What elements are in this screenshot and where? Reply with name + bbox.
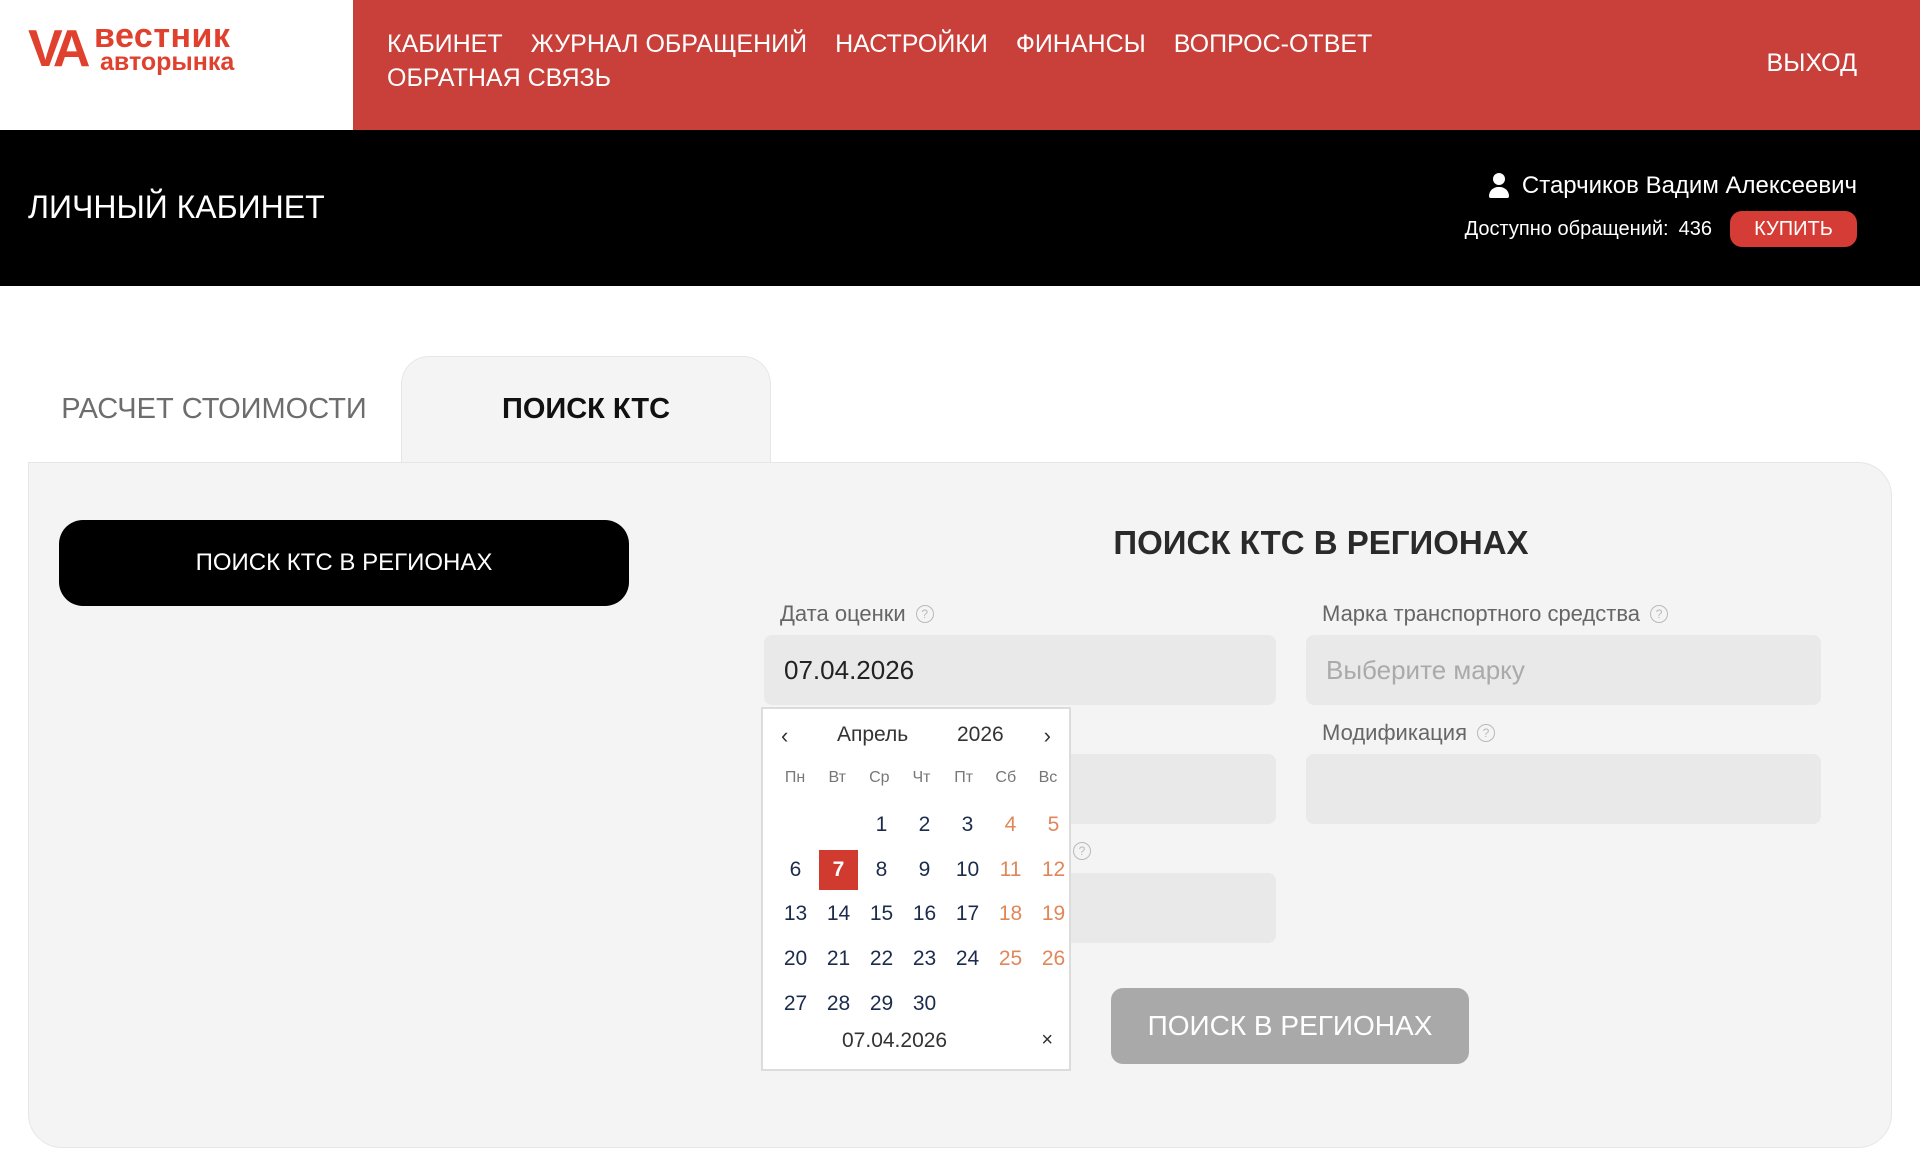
clear-date-icon[interactable]: × (1041, 1029, 1053, 1052)
page-title: ЛИЧНЫЙ КАБИНЕТ (28, 189, 325, 225)
user-icon (1488, 173, 1510, 199)
calendar-day[interactable]: 10 (946, 848, 989, 893)
datepicker-year[interactable]: 2026 (957, 723, 1004, 747)
date-label-text: Дата оценки (780, 601, 906, 626)
weekday-label: Вт (828, 769, 846, 786)
help-icon[interactable]: ? (1650, 605, 1669, 623)
calendar-day[interactable]: 20 (774, 937, 817, 982)
logo-text-line2: авторынка (100, 48, 235, 76)
calendar-day[interactable]: 30 (903, 981, 946, 1026)
calendar-day[interactable]: 9 (903, 848, 946, 893)
weekday-label: Пн (784, 769, 806, 786)
sidebar-regions-search-button[interactable]: ПОИСК КТС В РЕГИОНАХ (59, 520, 629, 606)
weekday-label: Чт (912, 769, 931, 786)
calendar-day[interactable]: 6 (774, 848, 817, 893)
datepicker-footer: 07.04.2026 × (763, 1029, 1069, 1059)
calendar-day[interactable]: 26 (1032, 937, 1075, 982)
credits-info: Доступно обращений: 436 КУПИТЬ (1465, 211, 1857, 247)
calendar-day[interactable]: 12 (1032, 848, 1075, 893)
calendar-day[interactable]: 19 (1032, 892, 1075, 937)
buy-button[interactable]: КУПИТЬ (1730, 211, 1857, 247)
calendar-day[interactable]: 29 (860, 981, 903, 1026)
modification-label: Модификация ? (1322, 720, 1495, 746)
datepicker-header: ‹ Апрель 2026 › (763, 723, 1069, 753)
calendar-blank (774, 803, 817, 848)
calendar-day[interactable]: 2 (903, 803, 946, 848)
calendar-day[interactable]: 16 (903, 892, 946, 937)
calendar-day[interactable]: 14 (817, 892, 860, 937)
user-name: Старчиков Вадим Алексеевич (1521, 172, 1857, 199)
weekday-label: Вс (1038, 769, 1058, 786)
brand-label-text: Марка транспортного средства (1322, 601, 1641, 626)
date-label: Дата оценки ? (780, 601, 934, 627)
form-title: ПОИСК КТС В РЕГИОНАХ (1113, 524, 1529, 561)
help-icon[interactable]: ? (1073, 842, 1091, 860)
logo[interactable]: VA вестник авторынка (0, 0, 353, 130)
search-regions-button[interactable]: ПОИСК В РЕГИОНАХ (1111, 988, 1469, 1064)
datepicker-month[interactable]: Апрель (837, 723, 908, 747)
prev-month-icon[interactable]: ‹ (781, 723, 788, 749)
nav-item-feedback[interactable]: ОБРАТНАЯ СВЯЗЬ (387, 64, 611, 92)
date-input[interactable]: 07.04.2026 (764, 635, 1276, 705)
calendar-day[interactable]: 24 (946, 937, 989, 982)
datepicker-selected-value: 07.04.2026 (842, 1029, 948, 1052)
brand-select[interactable]: Выберите марку (1306, 635, 1821, 705)
calendar-day-selected[interactable]: 7 (819, 849, 858, 891)
calendar-day[interactable]: 15 (860, 892, 903, 937)
nav-item-settings[interactable]: НАСТРОЙКИ (835, 30, 988, 58)
nav-item-journal[interactable]: ЖУРНАЛ ОБРАЩЕНИЙ (531, 30, 807, 58)
calendar-day[interactable]: 1 (860, 803, 903, 848)
help-icon[interactable]: ? (1477, 724, 1495, 742)
calendar-day[interactable]: 5 (1032, 803, 1075, 848)
datepicker-popup: ‹ Апрель 2026 › Пн Вт Ср Чт Пт Сб Вс 123… (761, 707, 1071, 1071)
nav-item-finance[interactable]: ФИНАНСЫ (1016, 30, 1146, 58)
calendar-day[interactable]: 3 (946, 803, 989, 848)
nav-item-cabinet[interactable]: КАБИНЕТ (387, 30, 503, 58)
brand-label: Марка транспортного средства ? (1322, 601, 1669, 627)
calendar-day[interactable]: 27 (774, 981, 817, 1026)
user-info: Старчиков Вадим Алексеевич (1488, 172, 1857, 200)
logout-link[interactable]: ВЫХОД (1767, 49, 1857, 77)
weekday-label: Сб (995, 769, 1017, 786)
calendar-day[interactable]: 21 (817, 937, 860, 982)
page-header: ЛИЧНЫЙ КАБИНЕТ Старчиков Вадим Алексееви… (0, 130, 1920, 286)
credits-label: Доступно обращений: (1464, 217, 1669, 240)
calendar-day[interactable]: 23 (903, 937, 946, 982)
calendar-day[interactable]: 8 (860, 848, 903, 893)
calendar-day[interactable]: 22 (860, 937, 903, 982)
weekday-label: Ср (869, 769, 890, 786)
calendar-day[interactable]: 4 (989, 803, 1032, 848)
next-month-icon[interactable]: › (1044, 723, 1051, 749)
nav-item-faq[interactable]: ВОПРОС-ОТВЕТ (1174, 30, 1373, 58)
modification-label-text: Модификация (1322, 720, 1467, 745)
modification-select[interactable] (1306, 754, 1821, 824)
calendar-day[interactable]: 17 (946, 892, 989, 937)
main-nav: КАБИНЕТ ЖУРНАЛ ОБРАЩЕНИЙ НАСТРОЙКИ ФИНАН… (387, 30, 1437, 92)
calendar-day[interactable]: 28 (817, 981, 860, 1026)
logo-mark: VA (28, 20, 90, 78)
help-icon[interactable]: ? (915, 605, 934, 623)
calendar-blank (817, 803, 860, 848)
tab-cost-calculation[interactable]: РАСЧЕТ СТОИМОСТИ (28, 356, 400, 462)
datepicker-days: 1 2 3 4 5 6 7 8 9 10 11 12 13 14 15 16 17 18 19 20 21 22 23 24 2… (774, 803, 1075, 1026)
calendar-day[interactable]: 25 (989, 937, 1032, 982)
tab-kts-search[interactable]: ПОИСК КТС (401, 356, 771, 462)
top-navbar: VA вестник авторынка КАБИНЕТ ЖУРНАЛ ОБРА… (0, 0, 1920, 130)
credits-count: 436 (1678, 217, 1712, 240)
calendar-day[interactable]: 13 (774, 892, 817, 937)
weekday-header: Пн Вт Ср Чт Пт Сб Вс (763, 769, 1069, 787)
calendar-day[interactable]: 18 (989, 892, 1032, 937)
weekday-label: Пт (954, 769, 974, 786)
calendar-day[interactable]: 11 (989, 848, 1032, 893)
